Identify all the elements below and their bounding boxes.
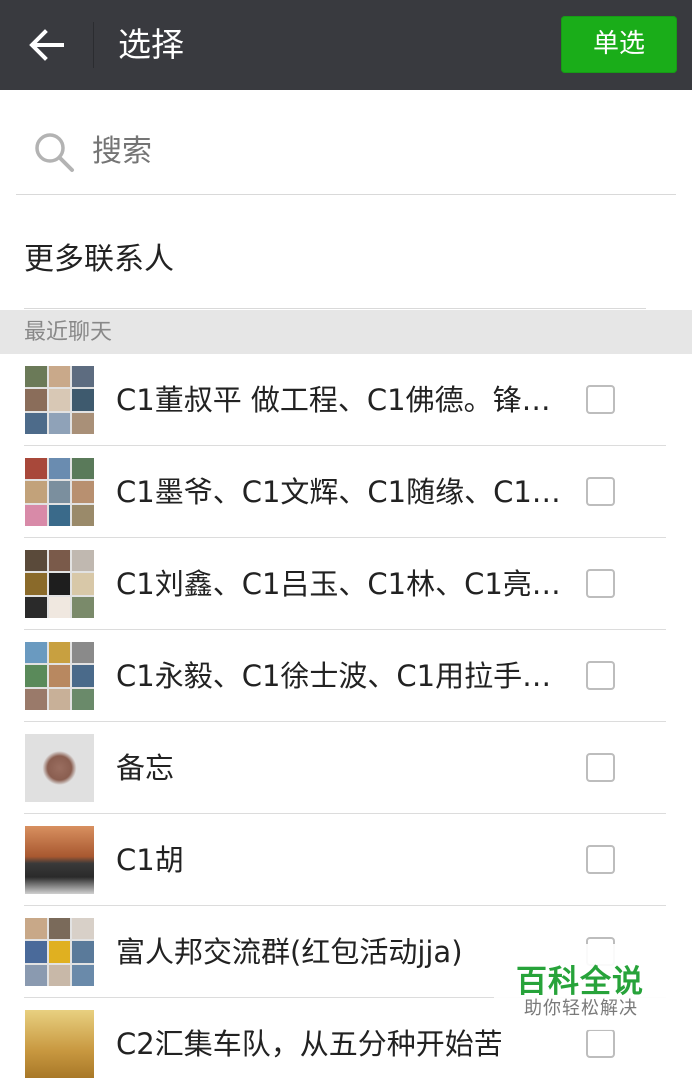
chat-row[interactable]: C1墨爷、C1文辉、C1随缘、C1… [0, 446, 692, 538]
divider [24, 308, 646, 309]
back-arrow-icon [29, 29, 64, 61]
chat-row[interactable]: C1胡 [0, 814, 692, 906]
group-avatar [25, 918, 94, 986]
chat-name: C1永毅、C1徐士波、C1用拉手… [116, 659, 552, 693]
chat-row[interactable]: C1董叔平 做工程、C1佛德。锋… [0, 354, 692, 446]
page-title: 选择 [118, 25, 184, 64]
select-checkbox[interactable] [586, 753, 615, 782]
avatar [25, 826, 94, 894]
avatar [25, 734, 94, 802]
select-checkbox[interactable] [586, 1029, 615, 1058]
chat-row[interactable]: C1刘鑫、C1吕玉、C1林、C1亮… [0, 538, 692, 630]
chat-row[interactable]: C1永毅、C1徐士波、C1用拉手… [0, 630, 692, 722]
group-avatar [25, 550, 94, 618]
select-checkbox[interactable] [586, 661, 615, 690]
chat-row[interactable]: 备忘 [0, 722, 692, 814]
top-bar: 选择 单选 [0, 0, 692, 90]
watermark: 百科全说 助你轻松解决 [494, 944, 692, 1030]
search-input[interactable] [92, 132, 652, 172]
group-avatar [25, 458, 94, 526]
back-button[interactable] [22, 22, 70, 68]
select-checkbox[interactable] [586, 385, 615, 414]
select-checkbox[interactable] [586, 477, 615, 506]
header-divider [93, 22, 94, 68]
select-checkbox[interactable] [586, 845, 615, 874]
chat-name: C1刘鑫、C1吕玉、C1林、C1亮… [116, 567, 561, 601]
chat-name: C1墨爷、C1文辉、C1随缘、C1… [116, 475, 561, 509]
section-title: 最近聊天 [24, 320, 113, 345]
select-checkbox[interactable] [586, 569, 615, 598]
avatar [25, 1010, 94, 1078]
search-bar[interactable] [16, 112, 676, 195]
single-select-button[interactable]: 单选 [561, 16, 677, 73]
chat-name: 备忘 [116, 751, 175, 785]
chat-name: C1董叔平 做工程、C1佛德。锋… [116, 383, 551, 417]
more-contacts-link[interactable]: 更多联系人 [24, 232, 174, 288]
recent-chats-header: 最近聊天 [0, 310, 692, 354]
group-avatar [25, 366, 94, 434]
watermark-subtitle: 助你轻松解决 [524, 998, 638, 1019]
group-avatar [25, 642, 94, 710]
chat-name: C1胡 [116, 843, 184, 877]
search-icon [35, 133, 74, 172]
